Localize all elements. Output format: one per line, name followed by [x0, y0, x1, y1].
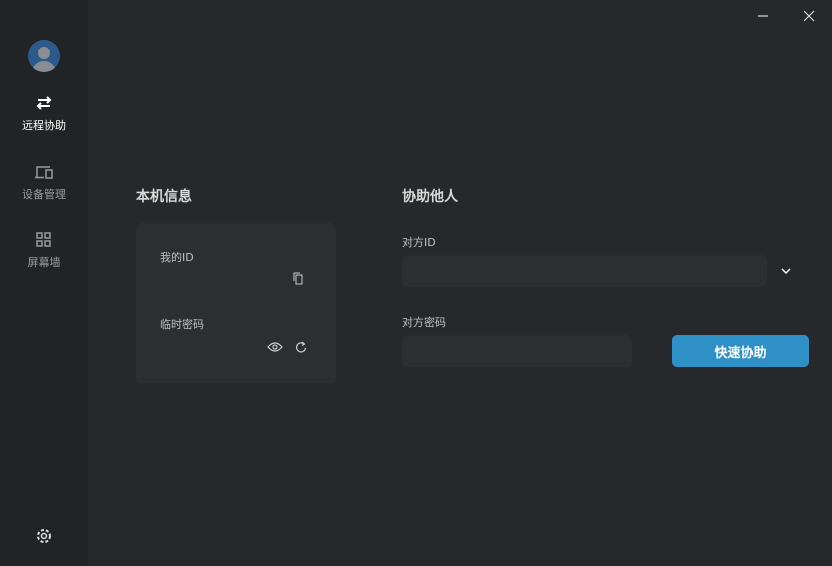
copy-icon[interactable] — [291, 271, 305, 285]
close-button[interactable] — [801, 8, 817, 24]
quick-assist-button[interactable]: 快速协助 — [672, 335, 809, 367]
gear-icon[interactable] — [35, 527, 53, 545]
local-info-title: 本机信息 — [136, 189, 192, 205]
avatar[interactable] — [28, 40, 60, 72]
sidebar-item-remote-assist[interactable]: 远程协助 — [0, 95, 88, 133]
sidebar-item-label: 屏幕墙 — [27, 256, 61, 269]
sidebar-item-device-management[interactable]: 设备管理 — [0, 164, 88, 202]
local-info-card: 我的ID 临时密码 — [136, 223, 336, 383]
assist-others-title: 协助他人 — [402, 189, 458, 205]
swap-arrows-icon — [36, 96, 52, 110]
peer-password-input[interactable] — [402, 335, 632, 367]
sidebar-item-label: 设备管理 — [22, 188, 66, 201]
sidebar-item-label: 远程协助 — [22, 119, 66, 132]
grid-icon — [36, 232, 51, 247]
sidebar-item-screen-wall[interactable]: 屏幕墙 — [0, 232, 88, 270]
chevron-down-icon[interactable] — [780, 266, 792, 276]
minimize-button[interactable] — [755, 8, 771, 24]
eye-icon[interactable] — [267, 341, 283, 353]
devices-icon — [35, 166, 53, 179]
peer-id-input[interactable] — [402, 255, 767, 287]
sidebar: 远程协助 设备管理 屏幕墙 — [0, 0, 88, 566]
my-id-label: 我的ID — [160, 251, 194, 264]
temp-password-label: 临时密码 — [160, 318, 204, 331]
refresh-icon[interactable] — [295, 341, 307, 353]
peer-id-label: 对方ID — [402, 236, 436, 249]
peer-password-label: 对方密码 — [402, 316, 446, 329]
